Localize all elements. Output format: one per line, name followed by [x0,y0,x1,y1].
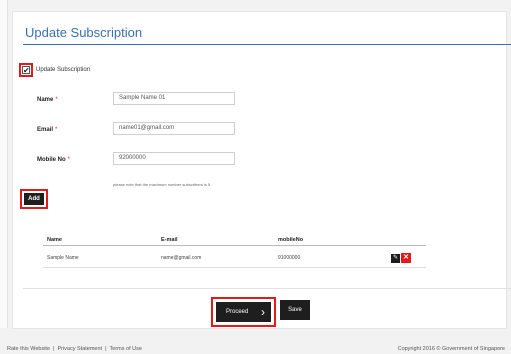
table-header-divider [43,245,426,246]
row-mobile: 91000000 [278,255,301,261]
email-label: Email * [37,127,58,133]
name-label: Name * [37,97,58,103]
footer-link-rate[interactable]: Rate this Website [7,346,50,352]
row-email: name@gmail.com [161,255,202,261]
mobile-field[interactable]: 92000000 [113,152,235,165]
copyright-text: Copyright 2016 © Government of Singapore [397,346,505,352]
footer-links: Rate this Website | Privacy Statement | Term… [7,346,142,352]
mobile-label: Mobile No * [37,157,71,163]
proceed-label: Proceed [226,309,249,315]
required-mark: * [67,157,71,163]
proceed-button[interactable]: Proceed › [216,302,271,322]
page: Update Subscription ✔ Update Subscriptio… [0,0,511,354]
footer-link-privacy[interactable]: Privacy Statement [57,346,102,352]
update-subscription-checkbox[interactable]: ✔ [22,66,30,75]
save-button[interactable]: Save [280,300,310,320]
delete-row-button[interactable]: ✕ [401,253,411,263]
required-mark: * [55,97,58,103]
header-email: E-mail [161,237,178,243]
check-icon: ✔ [23,66,30,75]
footer-separator: | [53,346,55,352]
header-mobile: mobileNo [278,237,304,243]
delete-icon: ✕ [403,254,409,261]
checkbox-highlight: ✔ [19,63,33,77]
row-name: Sample Name [47,255,79,261]
add-button-highlight: Add [20,189,48,209]
table-row-divider [43,267,426,268]
title-divider [23,44,511,45]
chevron-right-icon: › [261,305,265,319]
name-field[interactable]: Sample Name 01 [113,92,235,105]
required-mark: * [55,127,58,133]
add-button[interactable]: Add [24,193,44,205]
left-sidebar-strip [0,0,8,328]
update-subscription-label: Update Subscription [36,67,91,73]
subscription-card: Update Subscription ✔ Update Subscriptio… [12,11,511,329]
edit-row-button[interactable]: ✎ [391,254,400,263]
email-field[interactable]: name01@gmail.com [113,122,235,135]
footer-link-terms[interactable]: Terms of Use [110,346,142,352]
max-subscribers-note: please note that the maximum number subs… [113,182,211,187]
actions-divider [23,288,511,289]
proceed-button-highlight: Proceed › [211,297,276,327]
footer-separator: | [105,346,107,352]
edit-icon: ✎ [392,255,399,261]
page-title: Update Subscription [25,25,143,40]
header-name: Name [47,237,62,243]
